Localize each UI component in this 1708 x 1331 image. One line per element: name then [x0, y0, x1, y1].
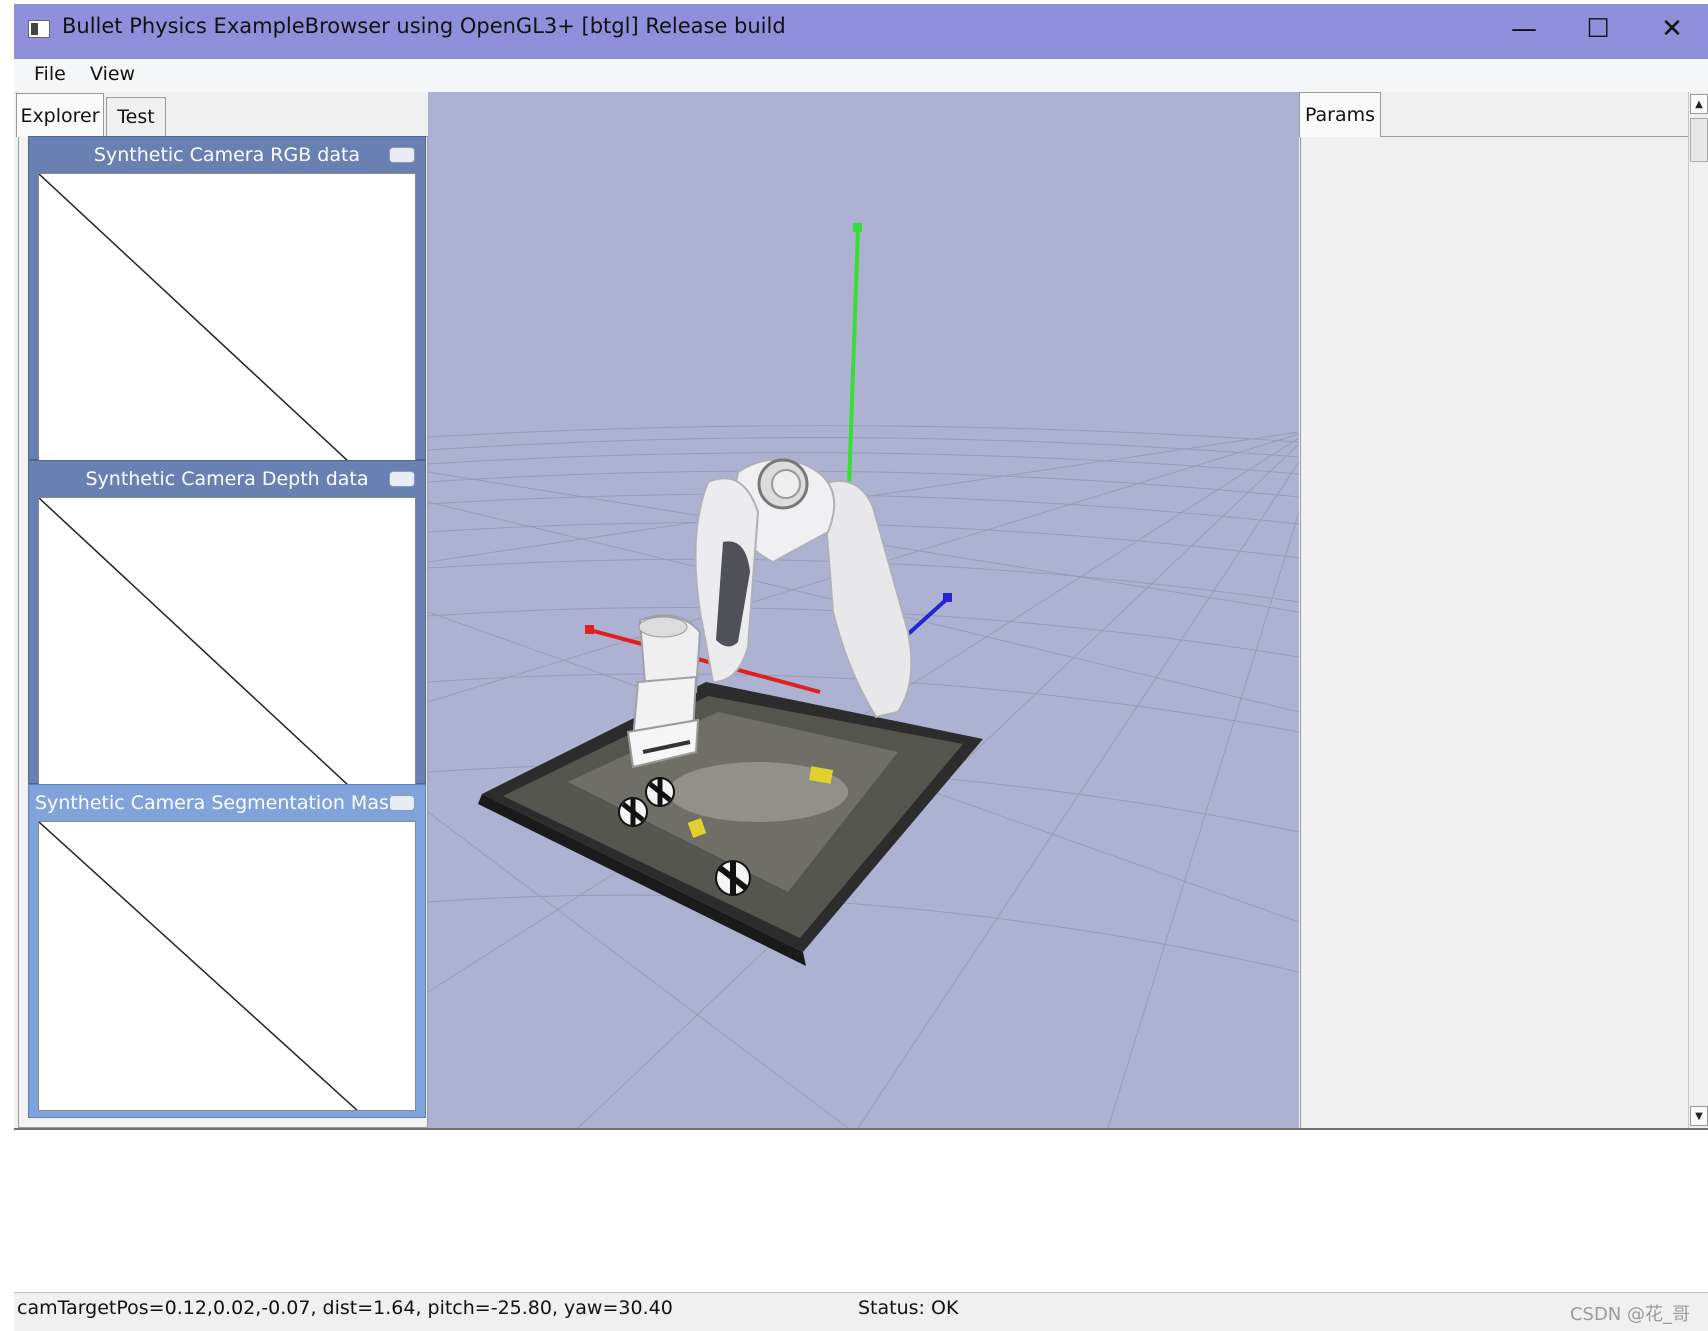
- tab-params[interactable]: Params: [1299, 92, 1381, 137]
- menu-bar: [14, 59, 1708, 93]
- segmentation-camera-title[interactable]: Synthetic Camera Segmentation Mask: [29, 785, 425, 821]
- segmentation-camera-panel[interactable]: Synthetic Camera Segmentation Mask: [28, 784, 426, 1118]
- rgb-camera-panel[interactable]: Synthetic Camera RGB data: [28, 136, 426, 461]
- empty-image-placeholder: [39, 822, 358, 1110]
- console-output[interactable]: [14, 1128, 1708, 1292]
- empty-image-placeholder: [39, 174, 348, 460]
- tray: [478, 682, 983, 966]
- close-icon[interactable]: ✕: [1644, 8, 1700, 50]
- collapse-icon[interactable]: [389, 471, 415, 487]
- collapse-icon[interactable]: [389, 147, 415, 163]
- rgb-camera-title[interactable]: Synthetic Camera RGB data: [29, 137, 425, 173]
- watermark: CSDN @花_哥: [1569, 1304, 1690, 1325]
- camera-status: camTargetPos=0.12,0.02,-0.07, dist=1.64,…: [17, 1297, 673, 1319]
- app-icon: [28, 20, 50, 38]
- tab-test[interactable]: Test: [106, 97, 166, 136]
- scrollbar-thumb[interactable]: [1690, 118, 1708, 162]
- window-title: Bullet Physics ExampleBrowser using Open…: [62, 14, 786, 38]
- empty-image-placeholder: [39, 498, 348, 784]
- params-tab-panel: [1300, 136, 1688, 1128]
- scene-render: [428, 223, 1299, 1128]
- opengl-viewport[interactable]: [428, 92, 1299, 1128]
- scroll-up-icon[interactable]: ▲: [1690, 94, 1708, 114]
- depth-camera-image: [38, 497, 416, 785]
- depth-camera-panel[interactable]: Synthetic Camera Depth data: [28, 460, 426, 785]
- collapse-icon[interactable]: [389, 795, 415, 811]
- minimize-icon[interactable]: —: [1496, 8, 1552, 50]
- tab-explorer[interactable]: Explorer: [16, 93, 104, 137]
- menu-file[interactable]: File: [34, 63, 66, 85]
- rgb-camera-image: [38, 173, 416, 461]
- scroll-down-icon[interactable]: ▼: [1690, 1106, 1708, 1126]
- segmentation-camera-image: [38, 821, 416, 1111]
- depth-camera-title[interactable]: Synthetic Camera Depth data: [29, 461, 425, 497]
- menu-view[interactable]: View: [90, 63, 135, 85]
- status-ok: Status: OK: [858, 1297, 959, 1319]
- params-scrollbar[interactable]: ▲ ▼: [1688, 92, 1708, 1128]
- maximize-icon[interactable]: ☐: [1570, 8, 1626, 50]
